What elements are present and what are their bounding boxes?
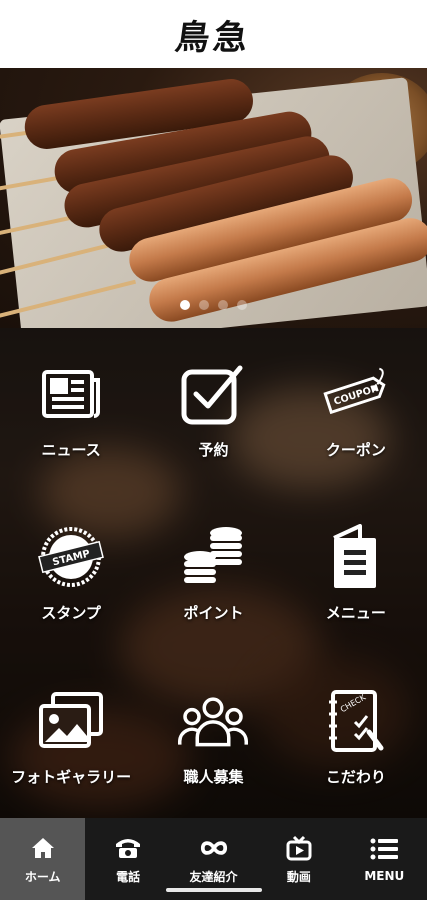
menu-tile-points[interactable]: ポイント bbox=[142, 491, 284, 654]
menu-tile-label: ニュース bbox=[41, 441, 101, 460]
carousel-dot[interactable] bbox=[218, 300, 228, 310]
menu-tile-photo-gallery[interactable]: フォトギャラリー bbox=[0, 655, 142, 818]
tab-home[interactable]: ホーム bbox=[0, 818, 86, 900]
video-icon bbox=[285, 834, 313, 862]
tab-phone[interactable]: 電話 bbox=[85, 818, 170, 900]
tab-label: ホーム bbox=[24, 869, 61, 884]
menu-tile-label: フォトギャラリー bbox=[11, 767, 132, 786]
menu-tile-label: クーポン bbox=[325, 441, 386, 460]
newspaper-icon bbox=[36, 359, 106, 429]
menu-tile-label: 職人募集 bbox=[183, 767, 244, 786]
menu-tile-label: スタンプ bbox=[41, 604, 101, 623]
tab-label: MENU bbox=[364, 869, 405, 883]
app-header: 鳥急 bbox=[0, 0, 427, 68]
svg-text:CHECK: CHECK bbox=[339, 692, 368, 714]
carousel-dot[interactable] bbox=[237, 300, 247, 310]
menu-tile-label: 予約 bbox=[198, 441, 229, 460]
menu-tile-recruit[interactable]: 職人募集 bbox=[142, 655, 284, 818]
menu-tile-reservation[interactable]: 予約 bbox=[142, 328, 284, 491]
tab-video[interactable]: 動画 bbox=[256, 818, 341, 900]
tab-label: 友達紹介 bbox=[189, 869, 238, 884]
stamp-icon: STAMP bbox=[36, 522, 106, 592]
tab-label: 電話 bbox=[116, 869, 141, 884]
tab-menu[interactable]: MENU bbox=[342, 818, 427, 900]
menu-grid-area: ニュース 予約 COUPON クーポン STAMP スタンプ ポイント メニュー… bbox=[0, 328, 427, 818]
menu-tile-label: こだわり bbox=[325, 767, 386, 786]
hamburger-icon bbox=[370, 835, 399, 863]
home-indicator bbox=[166, 888, 262, 892]
menu-tile-coupon[interactable]: COUPON クーポン bbox=[285, 328, 427, 491]
menu-tile-label: メニュー bbox=[325, 604, 386, 623]
people-icon bbox=[178, 686, 249, 756]
carousel-dot[interactable] bbox=[180, 300, 190, 310]
tab-label: 動画 bbox=[286, 869, 311, 884]
menu-tile-label: ポイント bbox=[183, 604, 244, 623]
menu-tile-news[interactable]: ニュース bbox=[0, 328, 142, 491]
coupon-tag-icon: COUPON bbox=[321, 359, 391, 429]
phone-icon bbox=[114, 834, 142, 862]
home-icon bbox=[29, 834, 57, 862]
brand-logo[interactable]: 鳥急 bbox=[172, 10, 255, 59]
carousel-pagination bbox=[0, 300, 427, 310]
infinity-icon bbox=[200, 834, 228, 862]
checkbox-icon bbox=[178, 359, 248, 429]
hero-carousel[interactable] bbox=[0, 68, 427, 328]
checklist-icon: CHECK bbox=[321, 686, 391, 756]
menu-tile-stamp[interactable]: STAMP スタンプ bbox=[0, 491, 142, 654]
menu-tile-menu[interactable]: メニュー bbox=[285, 491, 427, 654]
menu-book-icon bbox=[321, 522, 391, 592]
photo-gallery-icon bbox=[36, 686, 106, 756]
carousel-dot[interactable] bbox=[199, 300, 209, 310]
coins-icon bbox=[178, 522, 248, 592]
menu-tile-commitment[interactable]: CHECK こだわり bbox=[285, 655, 427, 818]
